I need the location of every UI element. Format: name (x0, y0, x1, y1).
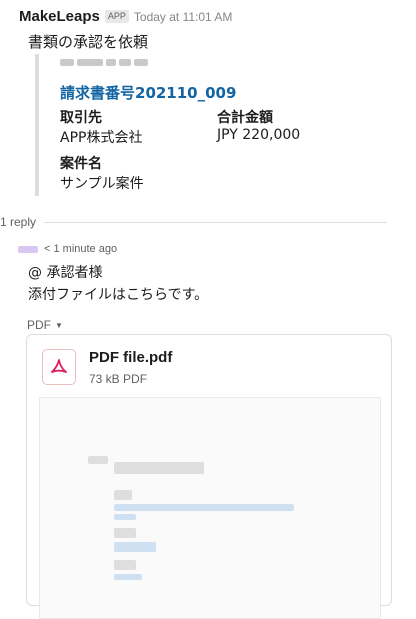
reply-header: < 1 minute ago (18, 243, 117, 255)
message-timestamp[interactable]: Today at 11:01 AM (134, 10, 233, 24)
preview-block (114, 504, 294, 511)
preview-block (114, 514, 136, 520)
reply-timestamp[interactable]: < 1 minute ago (44, 243, 117, 255)
preview-block (114, 560, 136, 570)
preview-block (114, 490, 132, 500)
caret-down-icon: ▼ (55, 320, 63, 330)
thread-divider: 1 reply (0, 215, 387, 229)
field-project: 案件名 サンプル案件 (60, 153, 144, 193)
reply-body-line: 添付ファイルはこちらです。 (28, 287, 209, 303)
field-value: JPY 220,000 (217, 127, 301, 143)
pdf-icon (42, 349, 76, 385)
sender-name[interactable]: MakeLeaps (19, 8, 100, 25)
message-text: 書類の承認を依頼 (28, 33, 149, 51)
reply-text: @ 承認者様 添付ファイルはこちらです。 (28, 262, 208, 306)
message-attachment: 請求書番号202110_009 取引先 APP株式会社 合計金額 JPY 220… (35, 54, 369, 196)
preview-block (114, 462, 204, 474)
reply-mention-line: @ 承認者様 (28, 265, 103, 281)
divider-line (44, 221, 387, 223)
preview-block (88, 456, 108, 464)
field-value: APP株式会社 (60, 130, 143, 146)
reply-count-link[interactable]: 1 reply (0, 215, 36, 229)
field-client: 取引先 APP株式会社 (60, 107, 142, 147)
field-label: 案件名 (60, 156, 102, 172)
blurred-username[interactable] (18, 245, 38, 253)
file-name[interactable]: PDF file.pdf (89, 349, 172, 366)
field-label: 合計金額 (217, 110, 273, 126)
app-badge: APP (104, 10, 129, 23)
preview-block (114, 574, 142, 580)
field-value: サンプル案件 (60, 176, 144, 192)
toggle-label: PDF (27, 318, 51, 332)
file-meta: 73 kB PDF (89, 372, 148, 386)
blurred-title (60, 59, 148, 66)
field-total: 合計金額 JPY 220,000 (217, 107, 300, 143)
invoice-link[interactable]: 請求書番号202110_009 (60, 82, 236, 103)
message-header: MakeLeaps APP Today at 11:01 AM (19, 8, 232, 25)
attachment-toggle[interactable]: PDF ▼ (27, 318, 63, 332)
field-label: 取引先 (60, 110, 102, 126)
preview-block (114, 542, 156, 552)
preview-block (114, 528, 136, 538)
file-card[interactable]: PDF file.pdf 73 kB PDF (26, 334, 392, 619)
